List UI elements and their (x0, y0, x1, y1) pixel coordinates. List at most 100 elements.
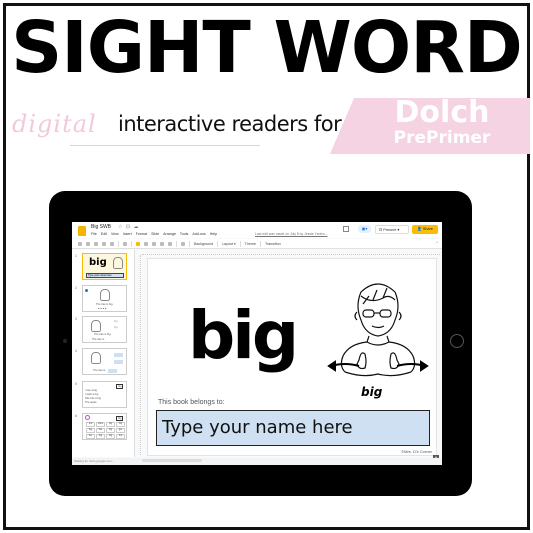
toolbar-divider (176, 240, 177, 247)
boy-illustration-icon (113, 257, 123, 269)
banner-subtitle: PrePrimer (393, 128, 491, 148)
comment-history-icon[interactable] (343, 226, 349, 232)
menu-help[interactable]: Help (210, 232, 217, 236)
thumb-choice: big (114, 326, 118, 329)
grid-cell: like (96, 428, 105, 433)
thumb-number: 5 (75, 382, 77, 386)
thumb-row: The apple (85, 401, 97, 404)
grid-cell: but (116, 434, 125, 439)
thumb-header: big (116, 384, 124, 389)
thumb-caption: The tree is big. (96, 303, 114, 306)
horizontal-ruler (142, 250, 440, 255)
slide-thumbnail-3[interactable]: big big The tree is big. The tree is (82, 316, 127, 343)
audio-dot-icon (85, 289, 88, 292)
menu-insert[interactable]: Insert (123, 232, 132, 236)
headline: SIGHT WORD (11, 6, 523, 89)
menu-edit[interactable]: Edit (101, 232, 107, 236)
line-icon[interactable] (168, 241, 172, 246)
subtitle: interactive readers for (118, 112, 342, 136)
thumb-caption: The tree is (93, 369, 106, 372)
toolbar-divider (259, 240, 261, 247)
print-icon[interactable] (102, 241, 106, 246)
menu-view[interactable]: View (111, 232, 119, 236)
home-button[interactable] (450, 334, 464, 348)
vertical-ruler (136, 255, 141, 455)
asl-word-label: big (361, 385, 383, 399)
grid-cell: big (86, 428, 95, 433)
new-slide-icon[interactable] (78, 241, 82, 246)
thumb-row: I see a big (85, 389, 97, 392)
meet-button[interactable]: ▣▾ (358, 225, 371, 233)
script-underline (70, 145, 260, 146)
collapse-toolbar-icon[interactable]: ^ (436, 240, 438, 245)
undo-icon[interactable] (86, 241, 90, 246)
slide-filmstrip: 1 big Type your name here 2 The tree is … (72, 250, 135, 457)
background-button[interactable]: Background (194, 242, 213, 246)
toolbar: Background Layout ▾ Theme Transition ^ (72, 239, 442, 249)
toolbar-divider (189, 240, 190, 247)
transition-button[interactable]: Transition (265, 242, 281, 246)
slides-app-screen: Big SWB ☆ ⊡ ☁ File Edit View Insert Form… (72, 222, 442, 465)
menu-addons[interactable]: Add-ons (192, 232, 205, 236)
name-input-field[interactable]: Type your name here (156, 410, 430, 446)
last-edit-link[interactable]: Last edit was made on July 8 by Jessie Y… (255, 232, 327, 236)
thumb-row: I want a big (85, 393, 99, 396)
tree-illustration-icon (91, 320, 101, 332)
toolbar-divider (118, 240, 119, 247)
thumb-number: 4 (75, 349, 77, 353)
thumb-word-grid: but drive big big big like big get the b… (86, 422, 125, 439)
slide-thumbnail-4[interactable]: The tree is (82, 348, 127, 375)
redo-icon[interactable] (94, 241, 98, 246)
menu-format[interactable]: Format (136, 232, 147, 236)
digital-script-word: digital (12, 110, 97, 138)
thumb-caption: The tree is (92, 338, 105, 341)
thumb-choice: big (114, 320, 118, 323)
star-folder-cloud-icons[interactable]: ☆ ⊡ ☁ (118, 224, 139, 230)
layout-button[interactable]: Layout ▾ (222, 242, 236, 246)
circle-icon (85, 415, 90, 420)
tree-illustration-icon (100, 289, 110, 301)
text-box-icon[interactable] (144, 241, 148, 246)
select-cursor-icon[interactable] (136, 241, 140, 246)
menu-slide[interactable]: Slide (151, 232, 159, 236)
thumb-answer-box (114, 353, 123, 357)
theme-button[interactable]: Theme (245, 242, 256, 246)
asl-boy-illustration-icon (327, 283, 429, 377)
tree-illustration-icon (91, 352, 101, 364)
slides-logo-icon[interactable] (78, 226, 86, 236)
thumb-dots: ● ● ● ● (98, 307, 107, 310)
toolbar-divider (131, 240, 132, 247)
image-icon[interactable] (152, 241, 156, 246)
status-text: Waiting for docs.google.com... (74, 459, 115, 463)
horizontal-scrollbar[interactable] (142, 459, 202, 462)
sight-word[interactable]: big (188, 297, 299, 374)
share-button[interactable]: 👤 Share (412, 225, 438, 234)
menu-file[interactable]: File (91, 232, 97, 236)
thumb-caption: The tree is big. (94, 333, 112, 336)
thumb-answer-box (114, 360, 123, 364)
document-title[interactable]: Big SWB (91, 224, 111, 230)
menu-bar: File Edit View Insert Format Slide Arran… (91, 232, 217, 236)
slide-canvas[interactable]: big big This book belongs to: Type your … (147, 258, 437, 456)
zoom-icon[interactable] (123, 241, 127, 246)
toolbar-divider (239, 240, 241, 247)
slide-thumbnail-6[interactable]: big but drive big big big like big get t… (82, 413, 127, 440)
thumb-number: 2 (75, 286, 77, 290)
present-button[interactable]: ⊡ Present ▾ (375, 225, 409, 234)
title-bar: Big SWB ☆ ⊡ ☁ File Edit View Insert Form… (72, 222, 442, 238)
paint-format-icon[interactable] (110, 241, 114, 246)
menu-tools[interactable]: Tools (180, 232, 188, 236)
toolbar-divider (217, 240, 219, 247)
slide-thumbnail-5[interactable]: big I see a big I want a big She has a b… (82, 381, 127, 408)
slide-thumbnail-1[interactable]: big Type your name here (82, 253, 127, 280)
thumb-number: 3 (75, 317, 77, 321)
comment-icon[interactable] (181, 241, 185, 246)
slide-thumbnail-2[interactable]: The tree is big. ● ● ● ● (82, 285, 127, 312)
camera-icon (63, 339, 67, 343)
menu-arrange[interactable]: Arrange (163, 232, 176, 236)
thumb-word: big (89, 257, 107, 268)
thumb-row: She has a big (85, 397, 101, 400)
grid-cell: big (96, 434, 105, 439)
shape-icon[interactable] (160, 241, 164, 246)
grid-cell: the (86, 434, 95, 439)
